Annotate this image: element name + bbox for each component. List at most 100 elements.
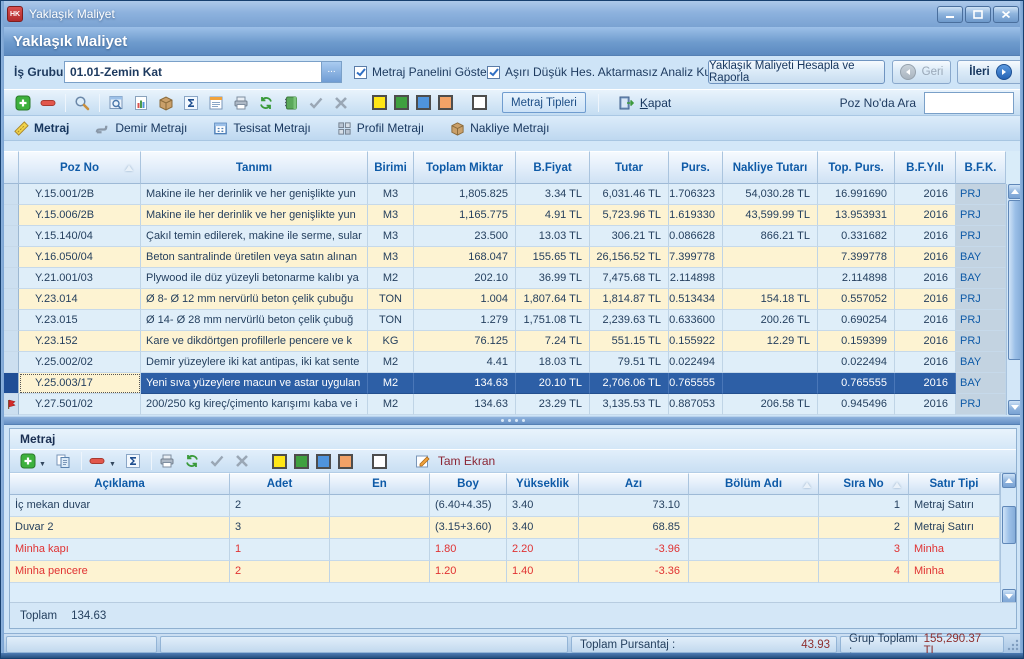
table-row[interactable]: Y.25.003/17Yeni sıva yüzeylere macun ve … xyxy=(4,373,1022,394)
cell[interactable]: Y.15.001/2B xyxy=(19,184,141,205)
cell[interactable]: 20.10 TL xyxy=(516,373,590,394)
cell[interactable]: 79.51 TL xyxy=(590,352,669,373)
scroll-thumb[interactable] xyxy=(1002,506,1016,544)
cell[interactable]: 1,805.825 xyxy=(414,184,516,205)
cell[interactable]: -3.96 xyxy=(579,539,689,561)
cell[interactable]: 0.765555 xyxy=(818,373,895,394)
cell[interactable] xyxy=(330,495,430,517)
cell[interactable]: M2 xyxy=(368,352,414,373)
cell[interactable]: 202.10 xyxy=(414,268,516,289)
cell[interactable]: M3 xyxy=(368,247,414,268)
cell[interactable]: 2016 xyxy=(895,394,956,415)
cell[interactable]: 134.63 xyxy=(414,373,516,394)
cell[interactable]: 200.26 TL xyxy=(723,310,818,331)
column-header[interactable]: Tanımı xyxy=(141,151,368,184)
detail-table-scrollbar[interactable] xyxy=(1000,473,1016,604)
cell[interactable]: PRJ xyxy=(956,394,1006,415)
copy-icon[interactable] xyxy=(54,452,73,471)
column-header[interactable]: Tutar xyxy=(590,151,669,184)
cell[interactable]: Minha xyxy=(909,539,1000,561)
cell[interactable] xyxy=(689,561,819,583)
cell[interactable]: 2016 xyxy=(895,310,956,331)
cell[interactable]: Minha xyxy=(909,561,1000,583)
cell[interactable]: 0.022494 xyxy=(669,352,723,373)
column-header[interactable]: Nakliye Tutarı xyxy=(723,151,818,184)
cell[interactable]: 866.21 TL xyxy=(723,226,818,247)
column-header[interactable]: Toplam Miktar xyxy=(414,151,516,184)
table-row[interactable]: Y.15.001/2BMakine ile her derinlik ve he… xyxy=(4,184,1022,205)
cell[interactable]: Ø 8- Ø 12 mm nervürlü beton çelik çubuğu xyxy=(141,289,368,310)
cell[interactable]: 0.633600 xyxy=(669,310,723,331)
column-header[interactable]: Satır Tipi xyxy=(909,473,1000,495)
cell[interactable]: M2 xyxy=(368,268,414,289)
minimize-button[interactable] xyxy=(937,6,963,23)
fullscreen-button[interactable]: Tam Ekran xyxy=(414,452,495,471)
cell[interactable]: Beton santralinde üretilen veya satın al… xyxy=(141,247,368,268)
cell[interactable]: 73.10 xyxy=(579,495,689,517)
poz-search-input[interactable] xyxy=(924,92,1014,114)
preview-icon[interactable] xyxy=(106,93,125,112)
cell[interactable]: 0.086628 xyxy=(669,226,723,247)
cell[interactable] xyxy=(689,539,819,561)
column-header[interactable]: Azı xyxy=(579,473,689,495)
cell[interactable]: 12.29 TL xyxy=(723,331,818,352)
cell[interactable]: 2016 xyxy=(895,352,956,373)
cell[interactable]: 23.29 TL xyxy=(516,394,590,415)
row-indicator[interactable] xyxy=(4,205,19,226)
cell[interactable]: 3.40 xyxy=(507,517,579,539)
dropdown-caret-icon[interactable]: ▼ xyxy=(39,461,46,468)
cell[interactable]: TON xyxy=(368,310,414,331)
cell[interactable]: 2.20 xyxy=(507,539,579,561)
column-header[interactable]: Sıra No xyxy=(819,473,909,495)
cell[interactable]: 43,599.99 TL xyxy=(723,205,818,226)
color-swatch-icon[interactable] xyxy=(394,95,409,110)
table-row[interactable]: Y.23.015Ø 14- Ø 28 mm nervürlü beton çel… xyxy=(4,310,1022,331)
notebook-icon[interactable] xyxy=(281,93,300,112)
cell[interactable]: 0.331682 xyxy=(818,226,895,247)
cell[interactable]: 1.706323 xyxy=(669,184,723,205)
table-row[interactable]: Y.16.050/04Beton santralinde üretilen ve… xyxy=(4,247,1022,268)
row-indicator[interactable] xyxy=(4,184,19,205)
cell[interactable]: 1,751.08 TL xyxy=(516,310,590,331)
low-calc-checkbox[interactable]: Aşırı Düşük Hes. Aktarmasız Analiz Kulla… xyxy=(487,65,730,79)
tab-profil[interactable]: Profil Metrajı xyxy=(337,121,424,136)
cell[interactable]: 23.500 xyxy=(414,226,516,247)
cell[interactable]: Y.25.002/02 xyxy=(19,352,141,373)
job-group-combo[interactable]: 01.01-Zemin Kat ... xyxy=(64,61,342,83)
column-header[interactable]: Açıklama xyxy=(10,473,230,495)
cell[interactable]: Kare ve dikdörtgen profillerle pencere v… xyxy=(141,331,368,352)
cell[interactable]: Y.16.050/04 xyxy=(19,247,141,268)
cell[interactable]: M2 xyxy=(368,373,414,394)
row-indicator[interactable] xyxy=(4,331,19,352)
color-swatch-icon[interactable] xyxy=(372,454,387,469)
cell[interactable]: 2016 xyxy=(895,268,956,289)
cell[interactable]: 0.887053 xyxy=(669,394,723,415)
cell[interactable]: 2016 xyxy=(895,331,956,352)
cell[interactable]: 2016 xyxy=(895,226,956,247)
cell[interactable]: 7.24 TL xyxy=(516,331,590,352)
cell[interactable]: PRJ xyxy=(956,289,1006,310)
refresh-icon[interactable] xyxy=(183,452,202,471)
cell[interactable]: 2,706.06 TL xyxy=(590,373,669,394)
tab-tesisat[interactable]: Tesisat Metrajı xyxy=(213,121,310,136)
cell[interactable]: 18.03 TL xyxy=(516,352,590,373)
cell[interactable]: PRJ xyxy=(956,205,1006,226)
check-icon[interactable] xyxy=(208,452,227,471)
cell[interactable]: Demir yüzeylere iki kat antipas, iki kat… xyxy=(141,352,368,373)
cell[interactable]: 13.953931 xyxy=(818,205,895,226)
cell[interactable]: Minha kapı xyxy=(10,539,230,561)
cell[interactable]: 1.40 xyxy=(507,561,579,583)
cell[interactable]: 1,807.64 TL xyxy=(516,289,590,310)
table-row[interactable]: Y.27.501/02200/250 kg kireç/çimento karı… xyxy=(4,394,1022,415)
cell[interactable]: 3.40 xyxy=(507,495,579,517)
cell[interactable] xyxy=(330,517,430,539)
column-header[interactable]: B.Fiyat xyxy=(516,151,590,184)
column-header[interactable]: Bölüm Adı xyxy=(689,473,819,495)
color-swatch-icon[interactable] xyxy=(416,95,431,110)
cell[interactable]: PRJ xyxy=(956,331,1006,352)
table-row[interactable]: Y.23.152Kare ve dikdörtgen profillerle p… xyxy=(4,331,1022,352)
cell[interactable]: 1.20 xyxy=(430,561,507,583)
cell[interactable]: 4.91 TL xyxy=(516,205,590,226)
cell[interactable]: 1.619330 xyxy=(669,205,723,226)
cell[interactable]: 206.58 TL xyxy=(723,394,818,415)
